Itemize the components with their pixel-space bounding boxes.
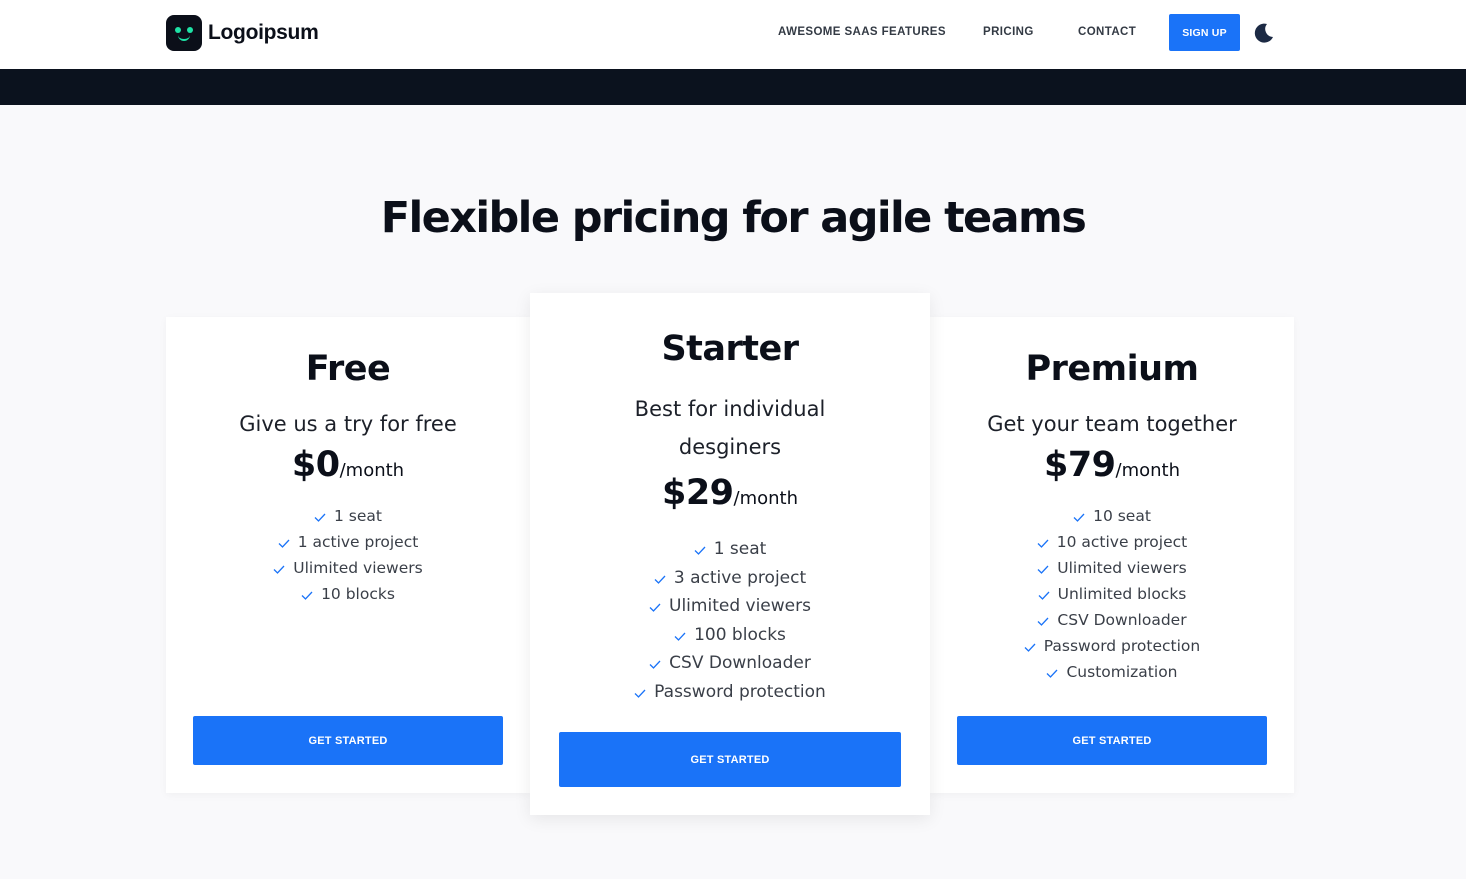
price-period: /month: [733, 488, 799, 509]
nav-link-contact[interactable]: CONTACT: [1078, 26, 1136, 38]
nav-link-features[interactable]: AWESOME SAAS FEATURES: [778, 26, 946, 38]
feature-item: 1 seat: [530, 535, 930, 564]
check-icon: [649, 660, 661, 670]
feature-item: Ulimited viewers: [930, 555, 1294, 581]
pricing-card-premium: Premium Get your team together $79/month…: [930, 317, 1294, 793]
price-amount: $79: [1043, 445, 1116, 485]
check-icon: [1037, 539, 1049, 548]
dark-banner: [0, 69, 1466, 105]
plan-price: $79/month: [930, 445, 1294, 485]
check-icon: [649, 603, 661, 613]
get-started-button[interactable]: GET STARTED: [559, 732, 901, 787]
moon-icon[interactable]: [1253, 22, 1275, 44]
feature-item: Customization: [930, 659, 1294, 685]
plan-subtitle: Give us a try for free: [239, 412, 457, 436]
check-icon: [634, 689, 646, 698]
price-period: /month: [339, 460, 405, 481]
feature-item: Password protection: [530, 678, 930, 707]
nav-link-pricing[interactable]: PRICING: [983, 26, 1034, 38]
feature-item: 100 blocks: [530, 621, 930, 650]
feature-item: CSV Downloader: [530, 649, 930, 678]
check-icon: [1037, 565, 1049, 574]
feature-item: 1 seat: [166, 503, 530, 529]
logo-text: Logoipsum: [208, 21, 319, 44]
feature-list: 10 seat 10 active project Ulimited viewe…: [930, 503, 1294, 685]
feature-item: 1 active project: [166, 529, 530, 555]
check-icon: [1037, 617, 1049, 626]
site-header: Logoipsum AWESOME SAAS FEATURES PRICING …: [0, 0, 1466, 69]
check-icon: [273, 565, 285, 574]
feature-item: Ulimited viewers: [530, 592, 930, 621]
pricing-card-starter: Starter Best for individual desginers $2…: [530, 293, 930, 815]
pricing-card-free: Free Give us a try for free $0/month 1 s…: [166, 317, 530, 793]
check-icon: [301, 591, 313, 600]
logo[interactable]: Logoipsum: [166, 15, 319, 51]
check-icon: [654, 575, 666, 584]
feature-list: 1 seat 1 active project Ulimited viewers…: [166, 503, 530, 607]
get-started-button[interactable]: GET STARTED: [957, 716, 1267, 765]
check-icon: [1047, 669, 1058, 678]
get-started-button[interactable]: GET STARTED: [193, 716, 503, 765]
check-icon: [694, 546, 706, 556]
price-period: /month: [1115, 460, 1181, 481]
feature-item: Ulimited viewers: [166, 555, 530, 581]
plan-price: $0/month: [166, 445, 530, 485]
feature-item: CSV Downloader: [930, 607, 1294, 633]
check-icon: [1038, 591, 1050, 600]
feature-item: 3 active project: [530, 564, 930, 593]
plan-name: Premium: [1025, 349, 1199, 389]
price-amount: $0: [291, 445, 340, 485]
check-icon: [1024, 643, 1036, 652]
feature-list: 1 seat 3 active project Ulimited viewers…: [530, 535, 930, 706]
feature-item: Unlimited blocks: [930, 581, 1294, 607]
plan-name: Starter: [661, 329, 799, 369]
plan-subtitle-line2: desginers: [678, 435, 782, 459]
plan-price: $29/month: [530, 473, 930, 513]
page-title: Flexible pricing for agile teams: [380, 193, 1087, 243]
check-icon: [278, 539, 290, 548]
feature-item: 10 active project: [930, 529, 1294, 555]
check-icon: [674, 632, 686, 641]
feature-item: 10 seat: [930, 503, 1294, 529]
sign-up-button[interactable]: SIGN UP: [1169, 14, 1240, 51]
feature-item: 10 blocks: [166, 581, 530, 607]
plan-name: Free: [305, 349, 391, 389]
check-icon: [314, 513, 326, 522]
check-icon: [1073, 513, 1085, 522]
feature-item: Password protection: [930, 633, 1294, 659]
plan-subtitle-line1: Best for individual: [634, 397, 826, 421]
logo-icon: [166, 15, 202, 51]
plan-subtitle: Get your team together: [987, 412, 1237, 436]
price-amount: $29: [661, 473, 734, 513]
